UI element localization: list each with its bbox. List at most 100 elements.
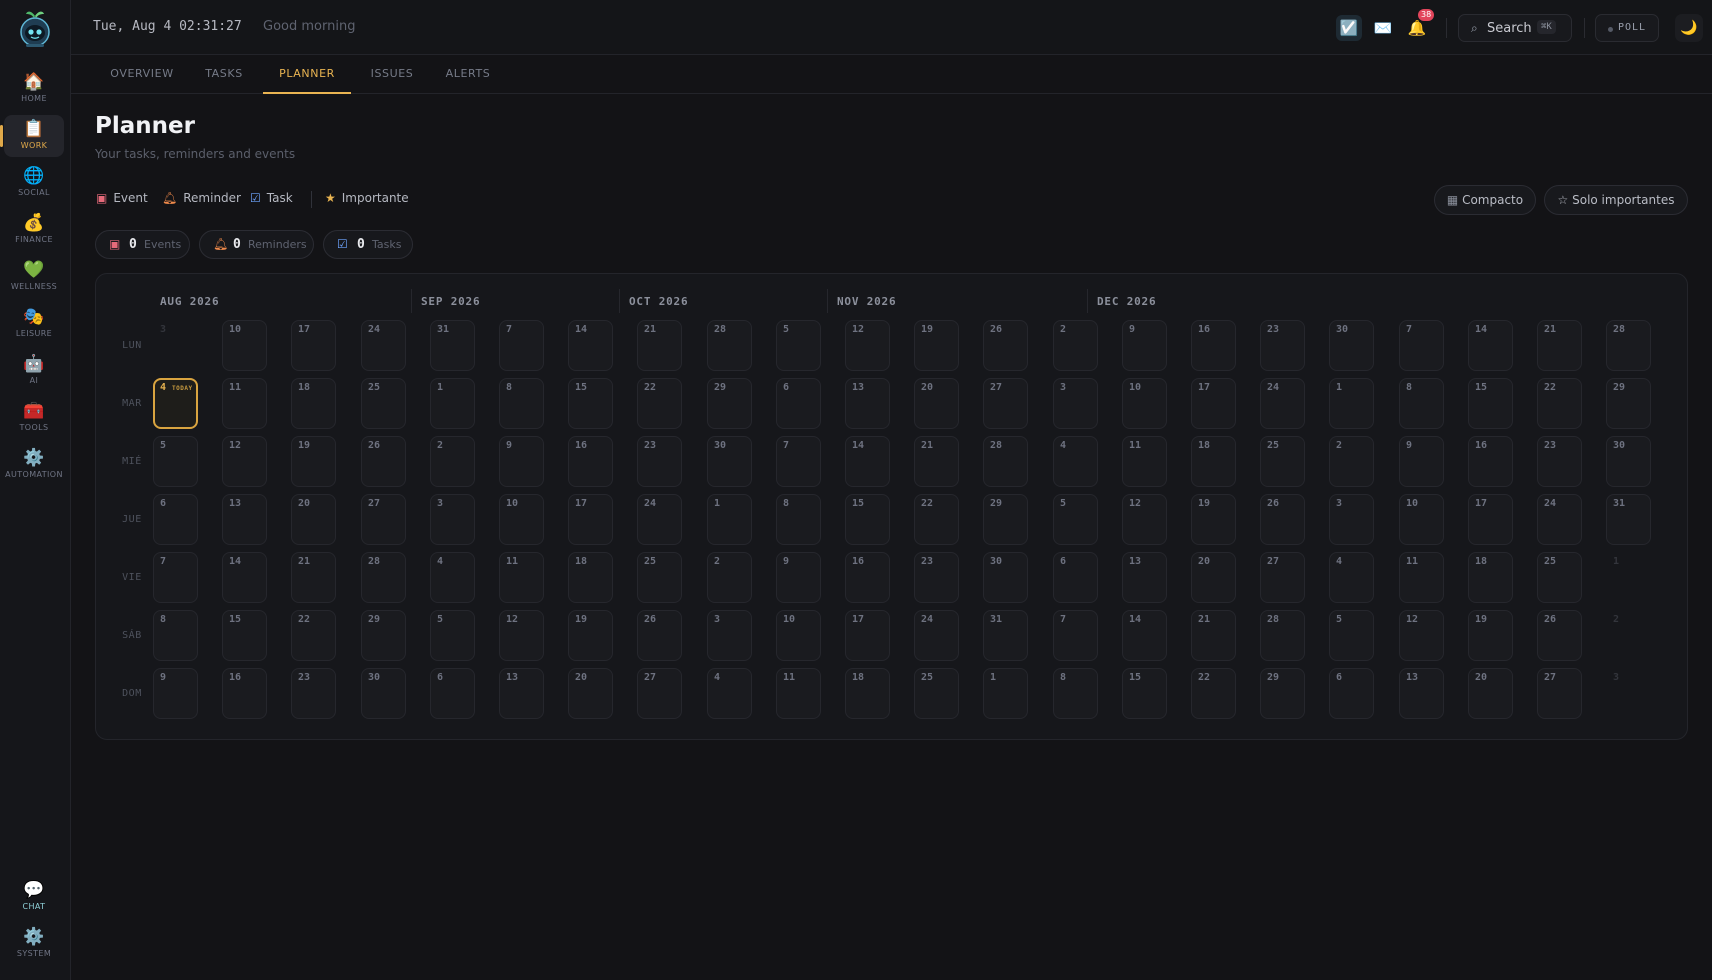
calendar-day[interactable]: 11 <box>499 552 544 603</box>
calendar-day[interactable]: 19 <box>1468 610 1513 661</box>
calendar-day[interactable]: 30 <box>361 668 406 719</box>
calendar-day[interactable]: 1 <box>430 378 475 429</box>
calendar-day[interactable]: 15 <box>568 378 613 429</box>
sidebar-item-home[interactable]: 🏠 HOME <box>4 68 64 110</box>
calendar-day[interactable]: 26 <box>637 610 682 661</box>
calendar-day[interactable]: 25 <box>914 668 959 719</box>
calendar-day[interactable]: 27 <box>637 668 682 719</box>
calendar-day[interactable]: 23 <box>914 552 959 603</box>
calendar-day-today[interactable]: 4 TODAY <box>153 378 198 429</box>
calendar-day[interactable]: 11 <box>1399 552 1444 603</box>
calendar-day[interactable]: 5 <box>153 436 198 487</box>
sidebar-item-tools[interactable]: 🧰 TOOLS <box>4 397 64 439</box>
calendar-day[interactable]: 8 <box>1399 378 1444 429</box>
calendar-day[interactable]: 11 <box>776 668 821 719</box>
compact-toggle[interactable]: ▦ Compacto <box>1434 185 1536 215</box>
calendar-day[interactable]: 2 <box>707 552 752 603</box>
calendar-day[interactable]: 26 <box>361 436 406 487</box>
calendar-day[interactable]: 12 <box>1122 494 1167 545</box>
calendar-day[interactable]: 2 <box>430 436 475 487</box>
calendar-day[interactable]: 26 <box>1260 494 1305 545</box>
calendar-day[interactable]: 25 <box>1537 552 1582 603</box>
calendar-day[interactable]: 14 <box>568 320 613 371</box>
calendar-day[interactable]: 3 <box>1053 378 1098 429</box>
calendar-day[interactable]: 10 <box>222 320 267 371</box>
calendar-day[interactable]: 10 <box>1399 494 1444 545</box>
tasks-check-icon[interactable]: ☑️ <box>1336 15 1362 41</box>
calendar-day[interactable]: 23 <box>637 436 682 487</box>
calendar-day[interactable]: 14 <box>222 552 267 603</box>
calendar-day[interactable]: 29 <box>983 494 1028 545</box>
calendar-day[interactable]: 4 <box>707 668 752 719</box>
calendar-day[interactable]: 17 <box>845 610 890 661</box>
calendar-day[interactable]: 19 <box>291 436 336 487</box>
calendar-day[interactable]: 27 <box>361 494 406 545</box>
calendar-day[interactable]: 11 <box>1122 436 1167 487</box>
calendar-day[interactable]: 14 <box>1122 610 1167 661</box>
calendar-day[interactable]: 15 <box>1468 378 1513 429</box>
sidebar-item-system[interactable]: ⚙️ SYSTEM <box>4 923 64 965</box>
calendar-day[interactable]: 17 <box>291 320 336 371</box>
calendar-day[interactable]: 23 <box>1260 320 1305 371</box>
legend-task[interactable]: ☑ Task <box>250 191 293 205</box>
calendar-day[interactable]: 21 <box>291 552 336 603</box>
calendar-day[interactable]: 9 <box>153 668 198 719</box>
calendar-day[interactable]: 8 <box>153 610 198 661</box>
calendar-day[interactable]: 6 <box>153 494 198 545</box>
tab-issues[interactable]: ISSUES <box>358 56 426 94</box>
calendar-day[interactable]: 12 <box>222 436 267 487</box>
calendar-day[interactable]: 30 <box>707 436 752 487</box>
calendar-day[interactable]: 22 <box>637 378 682 429</box>
calendar-day[interactable]: 15 <box>1122 668 1167 719</box>
calendar-day[interactable]: 4 <box>1329 552 1374 603</box>
tab-overview[interactable]: OVERVIEW <box>100 56 184 94</box>
calendar-day[interactable]: 22 <box>914 494 959 545</box>
calendar-day[interactable]: 15 <box>222 610 267 661</box>
calendar-day[interactable]: 20 <box>914 378 959 429</box>
calendar-day[interactable]: 9 <box>499 436 544 487</box>
legend-event[interactable]: ▣ Event <box>96 191 148 205</box>
calendar-day[interactable]: 6 <box>1053 552 1098 603</box>
calendar-day[interactable]: 13 <box>845 378 890 429</box>
calendar-day[interactable]: 31 <box>1606 494 1651 545</box>
calendar-day[interactable]: 12 <box>499 610 544 661</box>
tab-tasks[interactable]: TASKS <box>190 56 258 94</box>
calendar-day[interactable]: 28 <box>1606 320 1651 371</box>
calendar-day[interactable]: 16 <box>568 436 613 487</box>
calendar-day[interactable]: 27 <box>1260 552 1305 603</box>
calendar-day[interactable]: 2 <box>1053 320 1098 371</box>
calendar-day[interactable]: 9 <box>1399 436 1444 487</box>
search-button[interactable]: ⌕ Search ⌘K <box>1458 14 1572 42</box>
calendar-day[interactable]: 1 <box>707 494 752 545</box>
only-important-toggle[interactable]: ☆ Solo importantes <box>1544 185 1688 215</box>
legend-important[interactable]: ★ Importante <box>325 191 409 205</box>
calendar-day[interactable]: 23 <box>1537 436 1582 487</box>
calendar-day[interactable]: 18 <box>845 668 890 719</box>
calendar-day[interactable]: 13 <box>499 668 544 719</box>
notifications-button[interactable]: 🔔 38 <box>1404 9 1435 41</box>
calendar-day[interactable]: 30 <box>1329 320 1374 371</box>
calendar-day[interactable]: 5 <box>1053 494 1098 545</box>
tab-alerts[interactable]: ALERTS <box>433 56 503 94</box>
legend-reminder[interactable]: 🔔︎ Reminder <box>162 191 241 205</box>
calendar-day[interactable]: 12 <box>1399 610 1444 661</box>
tasks-counter[interactable]: ☑ 0 Tasks <box>323 230 413 259</box>
calendar-day[interactable]: 30 <box>1606 436 1651 487</box>
calendar-day[interactable]: 3 <box>430 494 475 545</box>
calendar-day[interactable]: 4 <box>1053 436 1098 487</box>
calendar-day[interactable]: 22 <box>291 610 336 661</box>
theme-toggle[interactable]: 🌙 <box>1675 14 1703 42</box>
calendar-day[interactable]: 5 <box>776 320 821 371</box>
calendar-day[interactable]: 7 <box>499 320 544 371</box>
calendar-day[interactable]: 29 <box>1606 378 1651 429</box>
calendar-day[interactable]: 7 <box>153 552 198 603</box>
calendar-day[interactable]: 8 <box>1053 668 1098 719</box>
calendar-day[interactable]: 6 <box>1329 668 1374 719</box>
calendar-day[interactable]: 5 <box>430 610 475 661</box>
calendar-day[interactable]: 18 <box>1191 436 1236 487</box>
calendar-day[interactable]: 18 <box>291 378 336 429</box>
calendar-day[interactable]: 16 <box>1468 436 1513 487</box>
sidebar-item-work[interactable]: 📋 WORK <box>0 115 64 157</box>
calendar-day[interactable]: 25 <box>637 552 682 603</box>
calendar-day[interactable]: 28 <box>983 436 1028 487</box>
